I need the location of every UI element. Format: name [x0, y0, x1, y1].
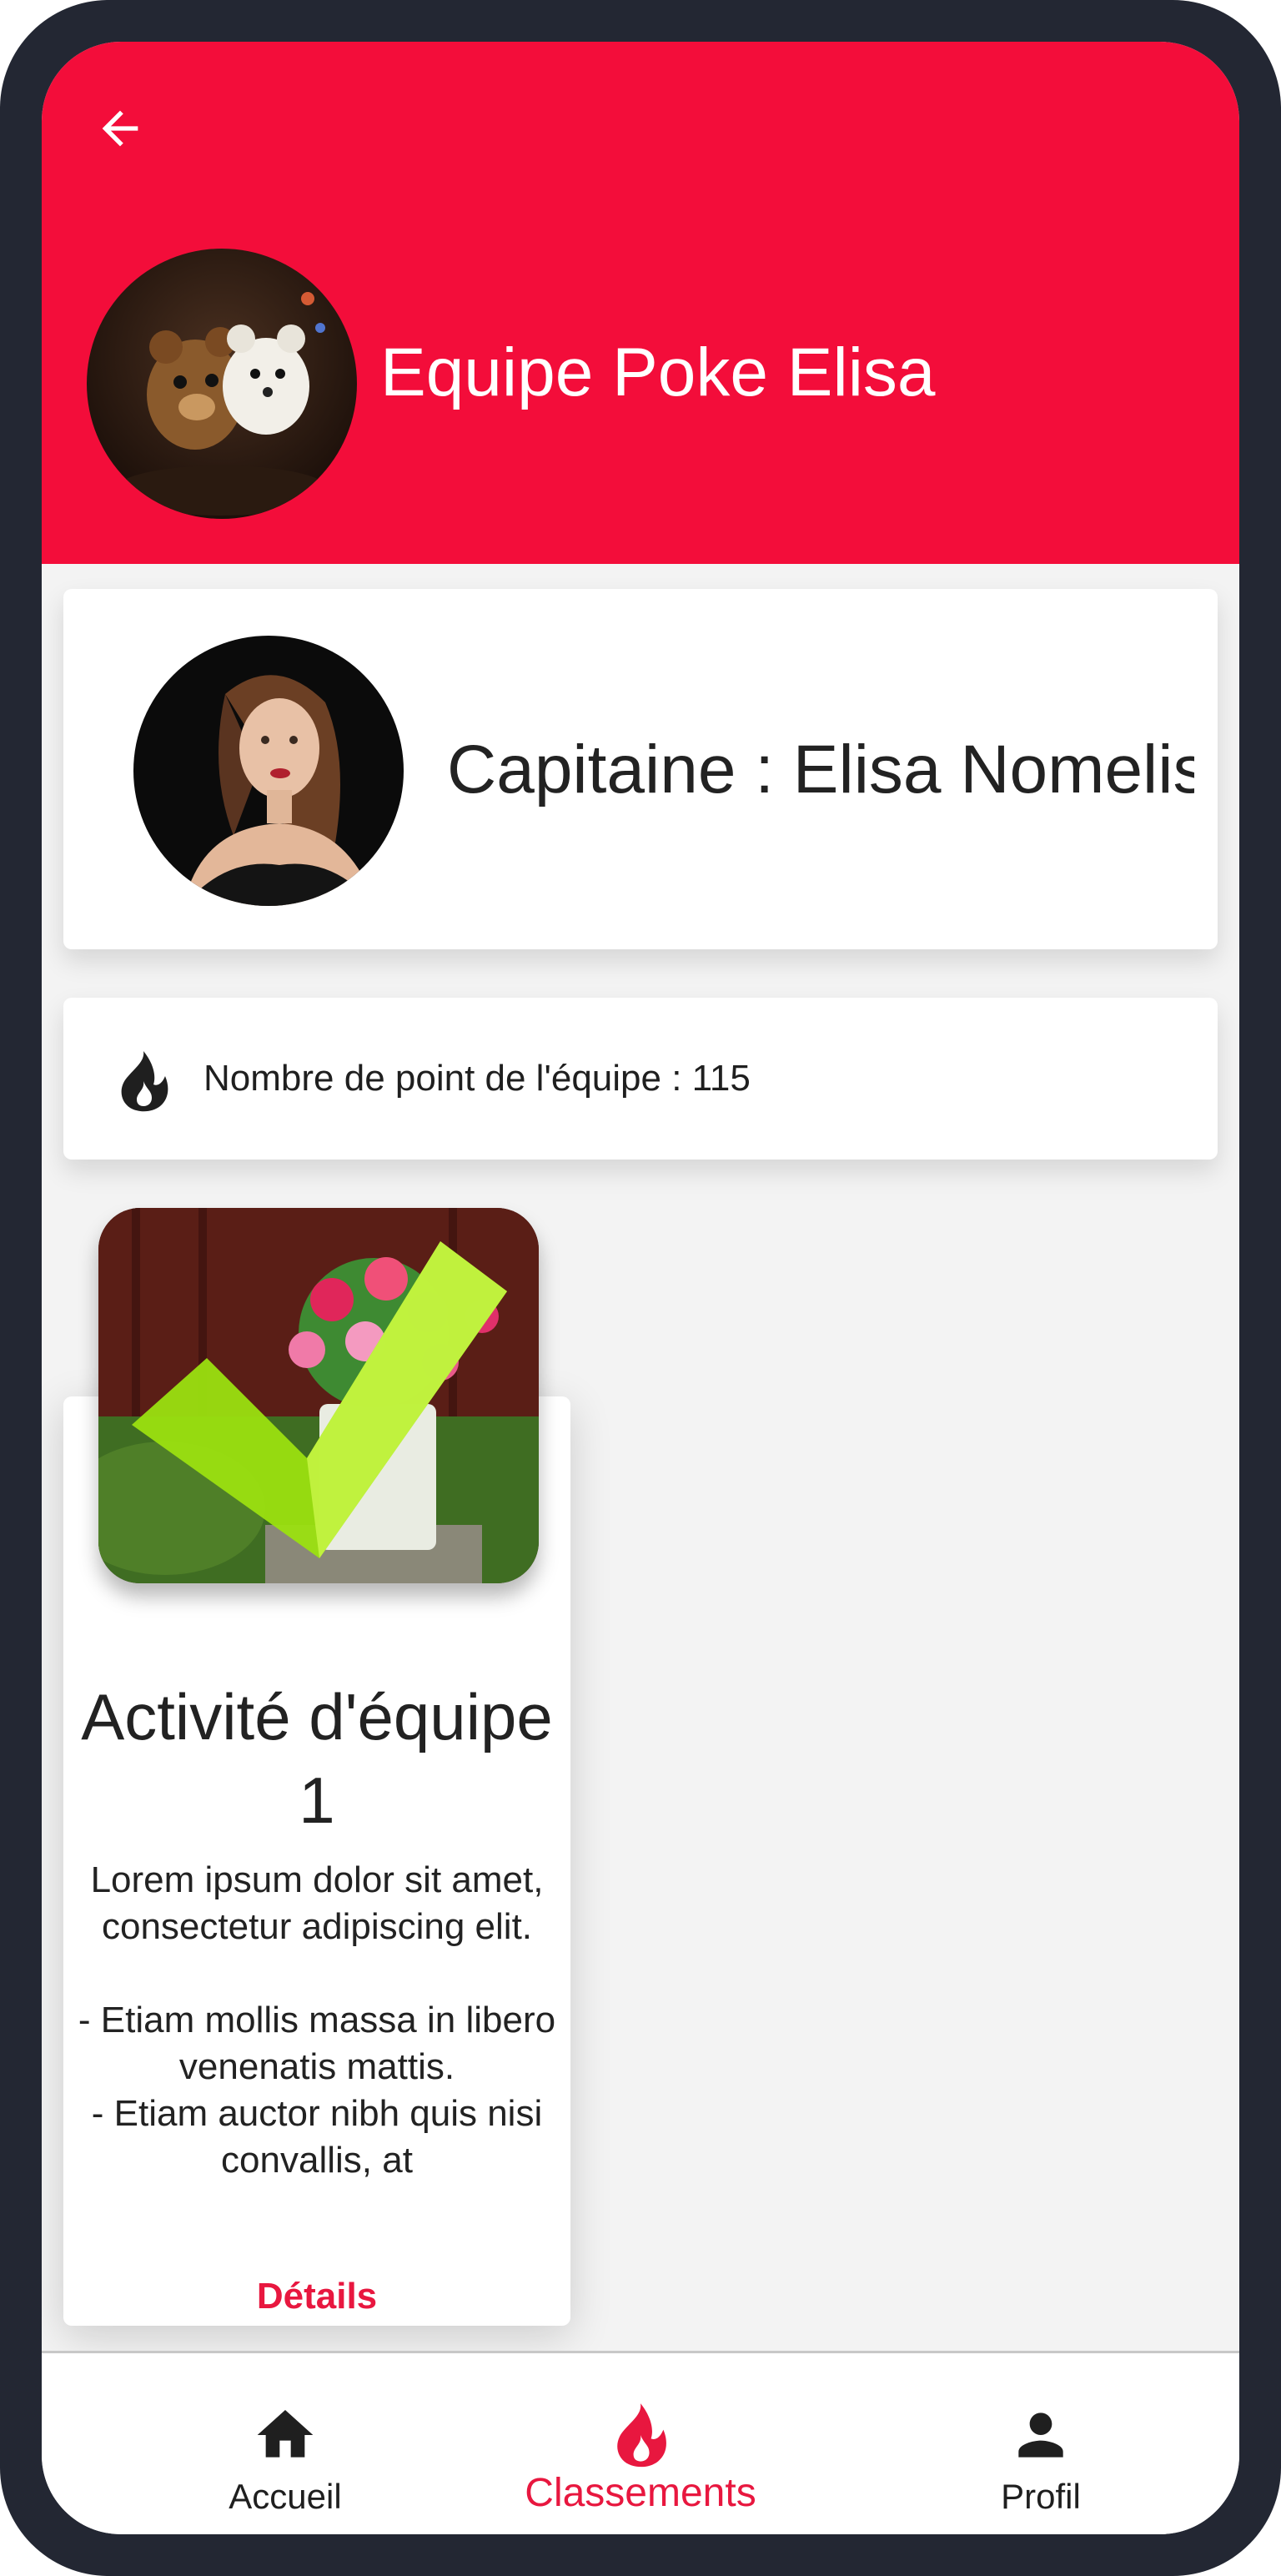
arrow-left-icon — [102, 110, 138, 147]
captain-card: Capitaine : Elisa Nomelis — [63, 589, 1218, 949]
activity-description: Lorem ipsum dolor sit amet, consectetur … — [78, 1859, 556, 2181]
flame-icon — [121, 1051, 168, 1112]
app-screen: Equipe Poke Elisa Capitaine : Elisa Nome… — [42, 42, 1239, 2534]
nav-item-profil[interactable]: Profil — [916, 2353, 1166, 2534]
team-avatar — [87, 249, 357, 519]
team-header: Equipe Poke Elisa — [42, 42, 1239, 564]
captain-avatar — [133, 636, 404, 906]
team-points-card: Nombre de point de l'équipe : 115 — [63, 998, 1218, 1160]
captain-name: Capitaine : Elisa Nomelis — [447, 732, 1194, 808]
person-icon — [1018, 2412, 1063, 2458]
activity-image — [98, 1208, 539, 1583]
nav-label-profil: Profil — [1001, 2477, 1081, 2516]
nav-label-classements: Classements — [525, 2471, 756, 2515]
flame-icon — [617, 2403, 666, 2468]
activity-title: Activité d'équipe 1 — [81, 1680, 553, 1837]
nav-item-accueil[interactable]: Accueil — [160, 2353, 410, 2534]
nav-item-classements[interactable]: Classements — [515, 2353, 766, 2534]
back-button[interactable] — [87, 95, 153, 162]
phone-frame: Equipe Poke Elisa Capitaine : Elisa Nome… — [0, 0, 1281, 2576]
bottom-navigation: Accueil Classements Profil — [42, 2351, 1239, 2534]
details-button[interactable]: Détails — [63, 2276, 570, 2317]
nav-label-accueil: Accueil — [229, 2477, 342, 2516]
home-icon — [257, 2410, 314, 2458]
team-name: Equipe Poke Elisa — [380, 335, 936, 410]
team-points-text: Nombre de point de l'équipe : 115 — [203, 1058, 751, 1099]
